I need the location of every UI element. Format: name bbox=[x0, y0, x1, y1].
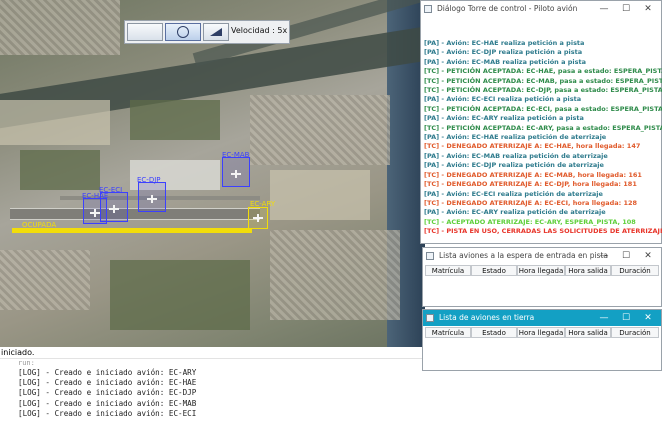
circle-icon bbox=[177, 26, 189, 38]
airplane-icon bbox=[253, 214, 263, 222]
tower-message: [PA] - Avión: EC-ARY realiza petición a … bbox=[424, 114, 584, 123]
tower-message: [PA] - Avión: EC-MAB realiza petición de… bbox=[424, 151, 608, 160]
tower-message: [PA] - Avión: EC-HAE realiza petición de… bbox=[424, 133, 607, 142]
green-area bbox=[20, 150, 100, 190]
urban-area bbox=[250, 95, 390, 165]
gate-djp[interactable] bbox=[138, 182, 166, 212]
column-header-hora-salida[interactable]: Hora salida bbox=[565, 327, 611, 338]
runway bbox=[10, 208, 260, 220]
close-button[interactable]: ✕ bbox=[637, 248, 659, 264]
log-header: run: bbox=[18, 359, 35, 367]
airport-map[interactable]: EC-MAB EC-DJP EC-ECI EC-HAE EC-ARY OCUPA… bbox=[0, 0, 425, 347]
maximize-button[interactable]: ☐ bbox=[615, 1, 637, 17]
column-header-matricula[interactable]: Matrícula bbox=[425, 327, 471, 338]
tower-message: [PA] - Avión: EC-ECI realiza petición de… bbox=[424, 189, 603, 198]
tower-message: [TC] - PETICIÓN ACEPTADA: EC-DJP, pasa a… bbox=[424, 86, 662, 95]
airplane-icon bbox=[109, 205, 119, 213]
tower-message: [TC] - PISTA EN USO, CERRADAS LAS SOLICI… bbox=[424, 227, 662, 236]
gate-hae[interactable] bbox=[83, 198, 107, 224]
minimize-button[interactable]: — bbox=[593, 248, 615, 264]
log-line: [LOG] - Creado e iniciado avión: EC-DJP bbox=[18, 388, 197, 398]
tower-dialog-window[interactable]: Diálogo Torre de control - Piloto avión … bbox=[420, 0, 662, 244]
log-lines: [LOG] - Creado e iniciado avión: EC-ARY[… bbox=[18, 368, 196, 419]
log-line: [LOG] - Creado e iniciado avión: EC-MAB bbox=[18, 398, 197, 408]
tower-message: [TC] - DENEGADO ATERRIZAJE A: EC-MAB, ho… bbox=[424, 170, 642, 179]
java-window-icon bbox=[424, 5, 432, 13]
tower-message: [TC] - DENEGADO ATERRIZAJE A: EC-ECI, ho… bbox=[424, 198, 638, 207]
maximize-button[interactable]: ☐ bbox=[615, 310, 637, 326]
column-header-hora-llegada[interactable]: Hora llegada bbox=[517, 327, 565, 338]
tower-message: [PA] - Avión: EC-DJP realiza petición a … bbox=[424, 48, 583, 57]
field-area bbox=[270, 170, 370, 220]
urban-area bbox=[0, 250, 90, 310]
simulation-toolbar: Velocidad : 5x bbox=[124, 20, 290, 44]
ramp-icon bbox=[210, 28, 222, 36]
queue-window[interactable]: Lista aviones a la espera de entrada en … bbox=[422, 247, 662, 307]
column-header-duracion[interactable]: Duración bbox=[611, 265, 659, 276]
tower-message: [TC] - PETICIÓN ACEPTADA: EC-ECI, pasa a… bbox=[424, 104, 662, 113]
tower-message: [PA] - Avión: EC-MAB realiza petición a … bbox=[424, 57, 586, 66]
java-window-icon bbox=[426, 314, 434, 322]
ramp-tool-button[interactable] bbox=[203, 23, 229, 41]
tower-message: [TC] - PETICIÓN ACEPTADA: EC-ARY, pasa a… bbox=[424, 123, 662, 132]
column-header-estado[interactable]: Estado bbox=[471, 327, 517, 338]
close-button[interactable]: ✕ bbox=[637, 1, 659, 17]
message-area[interactable]: [PA] - Avión: EC-HAE realiza petición a … bbox=[422, 18, 662, 242]
column-header-estado[interactable]: Estado bbox=[471, 265, 517, 276]
column-header-duracion[interactable]: Duración bbox=[611, 327, 659, 338]
urban-area bbox=[0, 0, 120, 55]
gate-ary[interactable] bbox=[248, 207, 268, 229]
window-title: Lista aviones a la espera de entrada en … bbox=[439, 251, 608, 260]
plane-label-mab: EC-MAB bbox=[222, 151, 250, 159]
plane-label-djp: EC-DJP bbox=[137, 176, 161, 184]
tower-message: [TC] - ACEPTADO ATERRIZAJE: EC-ARY, ESPE… bbox=[424, 217, 636, 226]
tower-message: [PA] - Avión: EC-DJP realiza petición de… bbox=[424, 161, 604, 170]
tower-message: [TC] - DENEGADO ATERRIZAJE A: EC-HAE, ho… bbox=[424, 142, 641, 151]
tower-message: [PA] - Avión: EC-ARY realiza petición de… bbox=[424, 208, 606, 217]
titlebar[interactable]: Diálogo Torre de control - Piloto avión … bbox=[421, 1, 661, 17]
tower-message: [TC] - PETICIÓN ACEPTADA: EC-HAE, pasa a… bbox=[424, 67, 662, 76]
minimize-button[interactable]: — bbox=[593, 310, 615, 326]
log-line: [LOG] - Creado e iniciado avión: EC-ECI bbox=[18, 408, 197, 418]
column-header-matricula[interactable]: Matrícula bbox=[425, 265, 471, 276]
airplane-icon bbox=[90, 209, 100, 217]
green-area bbox=[110, 260, 250, 330]
window-title: Lista de aviones en tierra bbox=[439, 313, 535, 322]
urban-area bbox=[270, 230, 400, 320]
speed-label: Velocidad : 5x bbox=[231, 26, 288, 35]
airplane-icon bbox=[147, 195, 157, 203]
column-header-hora-llegada[interactable]: Hora llegada bbox=[517, 265, 565, 276]
column-header-hora-salida[interactable]: Hora salida bbox=[565, 265, 611, 276]
plane-label-hae: EC-HAE bbox=[82, 192, 109, 200]
plane-label-ary: EC-ARY bbox=[250, 200, 276, 208]
tower-message: [TC] - DENEGADO ATERRIZAJE A: EC-DJP, ho… bbox=[424, 180, 637, 189]
message-list: [PA] - Avión: EC-HAE realiza petición a … bbox=[424, 39, 662, 237]
ground-window[interactable]: Lista de aviones en tierra — ☐ ✕ Matrícu… bbox=[422, 309, 662, 371]
gate-mab[interactable] bbox=[222, 157, 250, 187]
log-line: [LOG] - Creado e iniciado avión: EC-HAE bbox=[18, 378, 197, 388]
blank-button[interactable] bbox=[127, 23, 163, 41]
tower-message: [PA] - Avión: EC-HAE realiza petición a … bbox=[424, 39, 585, 47]
java-window-icon bbox=[426, 252, 434, 260]
tower-message: [TC] - PETICIÓN ACEPTADA: EC-MAB, pasa a… bbox=[424, 76, 662, 85]
window-title: Diálogo Torre de control - Piloto avión bbox=[437, 4, 578, 13]
log-line: [LOG] - Creado e iniciado avión: EC-ARY bbox=[18, 368, 197, 377]
tower-message: [PA] - Avión: EC-ECI realiza petición a … bbox=[424, 95, 582, 104]
circle-tool-button[interactable] bbox=[165, 23, 201, 41]
runway-status-label: OCUPADA bbox=[22, 221, 57, 229]
close-button[interactable]: ✕ bbox=[637, 310, 659, 326]
minimize-button[interactable]: — bbox=[593, 1, 615, 17]
maximize-button[interactable]: ☐ bbox=[615, 248, 637, 264]
airplane-icon bbox=[231, 170, 241, 178]
titlebar[interactable]: Lista de aviones en tierra — ☐ ✕ bbox=[423, 310, 661, 326]
titlebar[interactable]: Lista aviones a la espera de entrada en … bbox=[423, 248, 661, 264]
field-area bbox=[0, 100, 110, 145]
green-area bbox=[130, 100, 220, 140]
